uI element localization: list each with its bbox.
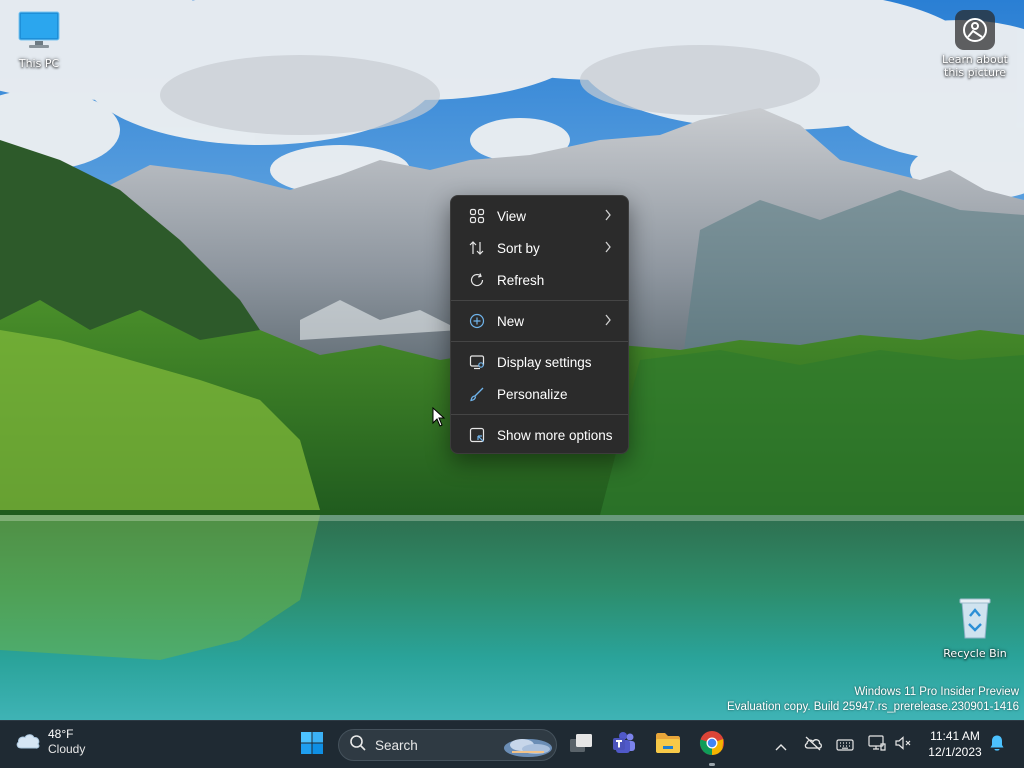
menu-item-new[interactable]: New (455, 305, 624, 337)
menu-separator (451, 341, 628, 342)
grid-icon (469, 208, 485, 224)
menu-item-sort-by[interactable]: Sort by (455, 232, 624, 264)
tray-overflow-button[interactable] (772, 729, 790, 761)
volume-muted-icon (894, 735, 912, 755)
weather-widget[interactable]: 48°F Cloudy (14, 727, 85, 757)
task-view-icon (568, 732, 594, 758)
menu-item-personalize[interactable]: Personalize (455, 378, 624, 410)
menu-item-label: Display settings (497, 354, 592, 370)
chevron-up-icon (775, 736, 787, 755)
file-explorer-button[interactable] (650, 727, 686, 763)
camera-info-icon (955, 10, 995, 50)
brush-icon (469, 386, 485, 402)
display-icon (469, 354, 485, 370)
build-watermark: Windows 11 Pro Insider Preview Evaluatio… (727, 685, 1019, 715)
file-explorer-icon (654, 731, 682, 759)
clock-time: 11:41 AM (930, 729, 980, 743)
chrome-button[interactable] (694, 727, 730, 766)
menu-item-label: View (497, 208, 527, 224)
desktop-icon-label: This PC (18, 57, 60, 70)
menu-item-display-settings[interactable]: Display settings (455, 346, 624, 378)
menu-item-refresh[interactable]: Refresh (455, 264, 624, 296)
more-options-icon (469, 427, 485, 443)
menu-item-label: Refresh (497, 272, 545, 288)
menu-item-view[interactable]: View (455, 200, 624, 232)
teams-button[interactable] (606, 727, 642, 763)
taskbar-clock[interactable]: 11:41 AM 12/1/2023 (918, 728, 992, 760)
sort-icon (469, 240, 485, 256)
watermark-build: Evaluation copy. Build 25947.rs_prerelea… (727, 701, 1019, 713)
watermark-edition: Windows 11 Pro Insider Preview (854, 686, 1019, 698)
desktop-context-menu: View Sort by Refresh New Display setting… (450, 195, 629, 454)
weather-temperature: 48°F (48, 727, 74, 741)
desktop-icon-this-pc[interactable]: This PC (0, 10, 81, 70)
chevron-right-icon (604, 314, 612, 329)
desktop-icon-label: Learn about this picture (942, 53, 1008, 79)
start-button[interactable] (294, 727, 330, 763)
teams-icon (611, 730, 637, 760)
onedrive-tray-button[interactable] (802, 729, 824, 761)
search-highlight-icon (502, 732, 554, 760)
desktop-icon-recycle-bin[interactable]: Recycle Bin (933, 596, 1017, 660)
start-icon (300, 731, 324, 759)
menu-item-label: Sort by (497, 240, 540, 256)
menu-separator (451, 300, 628, 301)
chevron-right-icon (604, 209, 612, 224)
onedrive-icon (803, 735, 823, 755)
chevron-right-icon (604, 241, 612, 256)
recycle-bin-icon (933, 596, 1017, 644)
cloud-icon (14, 729, 42, 755)
taskbar-search-box[interactable]: Search (338, 729, 557, 761)
menu-separator (451, 414, 628, 415)
chrome-icon (699, 730, 725, 760)
notifications-button[interactable] (986, 729, 1008, 761)
keyboard-icon (836, 736, 854, 755)
taskbar: 48°F Cloudy Search 11:41 AM 12/1/2023 (0, 720, 1024, 768)
menu-item-show-more-options[interactable]: Show more options (455, 419, 624, 451)
keyboard-tray-button[interactable] (834, 729, 856, 761)
mouse-cursor-icon (432, 406, 446, 431)
menu-item-label: New (497, 313, 525, 329)
menu-item-label: Personalize (497, 386, 568, 402)
monitor-icon (0, 10, 81, 54)
refresh-icon (469, 272, 485, 288)
weather-condition: Cloudy (48, 742, 86, 756)
search-placeholder: Search (375, 737, 418, 753)
network-icon (868, 735, 886, 755)
plus-circle-icon (469, 313, 485, 329)
running-indicator (709, 763, 715, 766)
network-tray-button[interactable] (866, 729, 888, 761)
desktop-icon-label: Recycle Bin (943, 647, 1007, 660)
bell-icon (989, 734, 1005, 756)
desktop-icon-learn-about-picture[interactable]: Learn about this picture (933, 10, 1017, 79)
menu-item-label: Show more options (497, 427, 613, 443)
task-view-button[interactable] (563, 727, 599, 763)
clock-date: 12/1/2023 (928, 745, 982, 759)
volume-tray-button[interactable] (892, 729, 914, 761)
search-icon (349, 734, 367, 756)
